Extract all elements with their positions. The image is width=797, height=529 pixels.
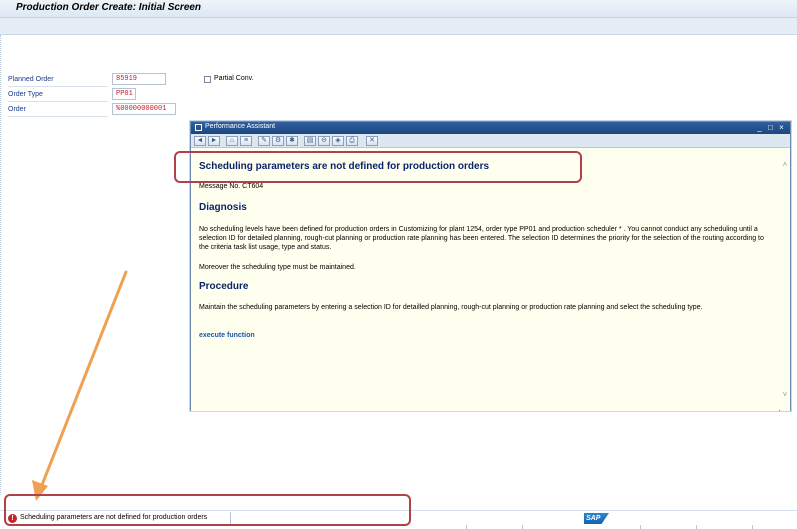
exit-icon[interactable]: ✕	[366, 136, 378, 146]
status-divider	[640, 525, 641, 529]
list-icon[interactable]: ≡	[240, 136, 252, 146]
status-divider	[522, 525, 523, 529]
heading-highlight-box	[174, 151, 582, 183]
home-icon[interactable]: ⌂	[226, 136, 238, 146]
assistant-scrollbar[interactable]: ˄ ˅	[780, 149, 790, 411]
diagnosis-text: No scheduling levels have been defined f…	[199, 226, 764, 251]
edit-icon[interactable]: ✎	[258, 136, 270, 146]
assistant-title: Performance Assistant	[205, 123, 276, 130]
status-divider	[696, 525, 697, 529]
technical-info-icon[interactable]: ⚙	[272, 136, 284, 146]
execute-function-link[interactable]: execute function	[199, 332, 255, 339]
message-number: Message No. CT604	[199, 183, 264, 190]
print-icon[interactable]: ⎙	[346, 136, 358, 146]
order-type-input[interactable]: PP01	[112, 88, 136, 100]
minimize-icon[interactable]: _	[755, 123, 764, 132]
scroll-up-icon[interactable]: ˄	[781, 161, 789, 169]
order-type-underline	[8, 101, 108, 102]
assistant-toolbar: ◄ ► ⌂ ≡ ✎ ⚙ ✱ ▤ ⊖ ◈ ⎙ ✕	[191, 134, 790, 148]
document-icon[interactable]: ▤	[304, 136, 316, 146]
order-label: Order	[8, 106, 26, 113]
back-icon[interactable]: ◄	[194, 136, 206, 146]
status-highlight-box	[4, 494, 411, 526]
order-underline	[8, 116, 108, 117]
close-icon[interactable]: ×	[777, 123, 786, 132]
title-bar: Production Order Create: Initial Screen	[0, 0, 797, 18]
planned-order-underline	[8, 86, 108, 87]
settings-icon[interactable]: ✱	[286, 136, 298, 146]
scroll-down-icon[interactable]: ˅	[781, 391, 789, 399]
status-divider	[466, 525, 467, 529]
order-input[interactable]: %00000000001	[112, 103, 176, 115]
window-icon	[195, 124, 202, 131]
diagnosis-heading: Diagnosis	[199, 202, 247, 213]
procedure-heading: Procedure	[199, 281, 249, 292]
partial-conv-label: Partial Conv.	[214, 75, 254, 82]
planned-order-label: Planned Order	[8, 76, 54, 83]
bookmark-icon[interactable]: ◈	[332, 136, 344, 146]
application-toolbar	[0, 18, 797, 35]
procedure-text: Maintain the scheduling parameters by en…	[199, 304, 703, 311]
sap-logo: SAP	[584, 513, 609, 524]
planned-order-input[interactable]: 85919	[112, 73, 166, 85]
link-icon[interactable]: ⊖	[318, 136, 330, 146]
left-ruler	[0, 35, 2, 495]
partial-conv-checkbox[interactable]	[204, 76, 211, 83]
assistant-content: Scheduling parameters are not defined fo…	[191, 149, 779, 411]
diagnosis-text-2: Moreover the scheduling type must be mai…	[199, 264, 356, 271]
assistant-titlebar: Performance Assistant _ □ ×	[191, 122, 790, 134]
page-title: Production Order Create: Initial Screen	[16, 2, 202, 13]
maximize-icon[interactable]: □	[766, 123, 775, 132]
order-type-label: Order Type	[8, 91, 43, 98]
status-divider	[752, 525, 753, 529]
forward-icon[interactable]: ►	[208, 136, 220, 146]
